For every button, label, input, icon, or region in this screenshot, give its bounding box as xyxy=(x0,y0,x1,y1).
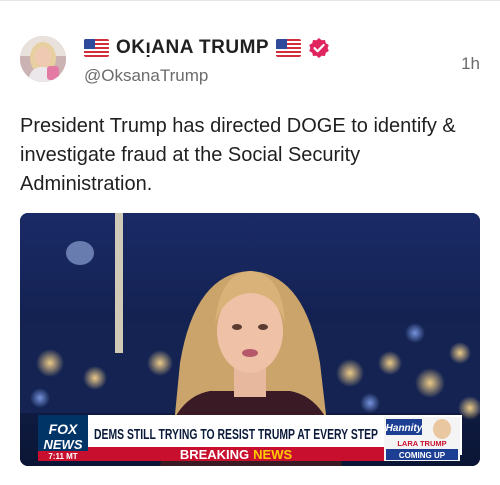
author-display-name[interactable]: OKᴉANA TRUMP xyxy=(116,37,269,59)
author-name-row[interactable]: OKᴉANA TRUMP xyxy=(84,34,330,62)
avatar-image xyxy=(20,36,66,82)
promo-line2: COMING UP xyxy=(399,451,446,460)
fox-news-logo-line2: NEWS xyxy=(44,437,83,452)
us-flag-icon xyxy=(276,39,302,57)
post-media-video[interactable]: FOX NEWS 7:11 MT DEMS STILL TRYING TO RE… xyxy=(20,213,480,466)
chyron-headline: DEMS STILL TRYING TO RESIST TRUMP AT EVE… xyxy=(94,427,378,443)
avatar[interactable] xyxy=(20,36,66,82)
show-logo: Hannity xyxy=(386,423,423,434)
top-divider xyxy=(0,0,500,1)
post-text: President Trump has directed DOGE to ide… xyxy=(20,115,456,195)
promo-line1: LARA TRUMP xyxy=(397,439,446,448)
us-flag-icon xyxy=(84,39,109,57)
video-frame: FOX NEWS 7:11 MT DEMS STILL TRYING TO RE… xyxy=(20,213,480,466)
breaking-news-text: BREAKING NEWS xyxy=(180,447,293,462)
verified-badge-icon xyxy=(308,37,330,59)
broadcast-time: 7:11 MT xyxy=(48,452,77,461)
post-timestamp[interactable]: 1h xyxy=(461,54,480,74)
fox-news-logo-line1: FOX xyxy=(49,421,79,437)
author-handle[interactable]: @OksanaTrump xyxy=(84,66,208,86)
